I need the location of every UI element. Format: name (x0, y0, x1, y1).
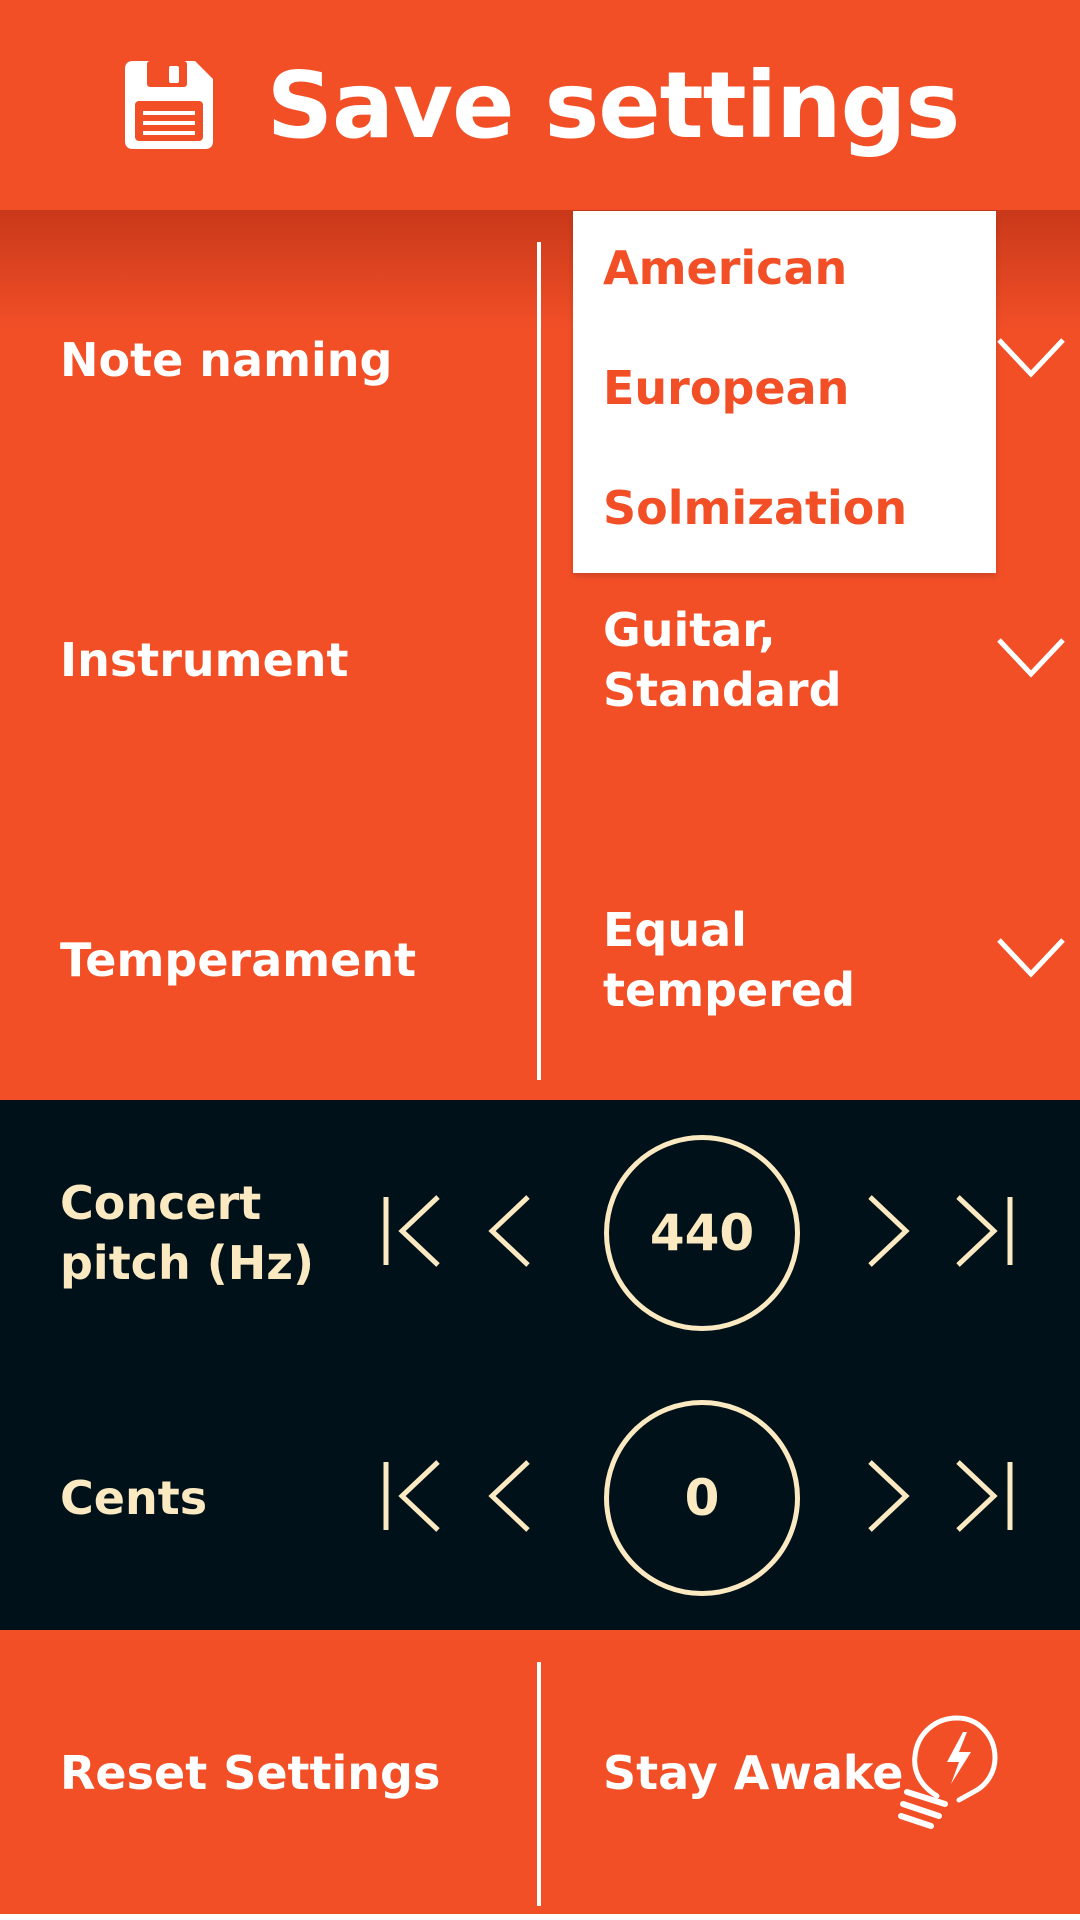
floppy-disk-icon (121, 57, 217, 153)
save-settings-button[interactable]: Save settings (0, 0, 1080, 210)
concert-pitch-label: Concert pitch (Hz) (60, 1173, 314, 1293)
reset-settings-button[interactable]: Reset Settings (60, 1746, 440, 1800)
chevron-right-icon[interactable] (864, 1193, 912, 1273)
chevron-down-icon[interactable] (996, 636, 1066, 684)
dropdown-option-european[interactable]: European (603, 361, 849, 415)
note-naming-label: Note naming (60, 333, 393, 387)
temperament-label: Temperament (60, 933, 417, 987)
temperament-value-line2: tempered (603, 963, 856, 1017)
dropdown-option-solmization[interactable]: Solmization (603, 481, 907, 535)
skip-last-icon[interactable] (952, 1458, 1014, 1538)
bottom-actions: Reset Settings Stay Awake (0, 1630, 1080, 1915)
page-title: Save settings (266, 51, 960, 159)
skip-first-icon[interactable] (382, 1193, 444, 1273)
chevron-right-icon[interactable] (864, 1458, 912, 1538)
note-naming-dropdown: American European Solmization (573, 211, 996, 573)
cents-label: Cents (60, 1471, 208, 1525)
bottom-divider (537, 1662, 541, 1906)
chevron-left-icon[interactable] (486, 1458, 534, 1538)
temperament-value-line1: Equal (603, 903, 747, 957)
stay-awake-button[interactable]: Stay Awake (603, 1746, 903, 1800)
stepper-panel: Concert pitch (Hz) 440 Cents 0 (0, 1100, 1080, 1630)
lightbulb-bolt-icon[interactable] (893, 1710, 1003, 1834)
cents-stepper: Cents 0 (0, 1398, 1080, 1598)
cents-value: 0 (604, 1400, 800, 1596)
skip-first-icon[interactable] (382, 1458, 444, 1538)
chevron-down-icon[interactable] (996, 336, 1066, 384)
chevron-left-icon[interactable] (486, 1193, 534, 1273)
instrument-value-line1: Guitar, (603, 603, 776, 657)
instrument-value-line2: Standard (603, 663, 842, 717)
instrument-label: Instrument (60, 633, 349, 687)
instrument-value: Guitar, Standard (603, 600, 963, 720)
setting-row-temperament[interactable]: Temperament Equal tempered (0, 810, 1080, 1110)
concert-pitch-stepper: Concert pitch (Hz) 440 (0, 1133, 1080, 1333)
dropdown-option-american[interactable]: American (603, 241, 847, 295)
concert-pitch-label-line1: Concert (60, 1176, 262, 1230)
bottom-border (0, 1914, 1080, 1920)
skip-last-icon[interactable] (952, 1193, 1014, 1273)
concert-pitch-value: 440 (604, 1135, 800, 1331)
concert-pitch-label-line2: pitch (Hz) (60, 1236, 315, 1290)
chevron-down-icon[interactable] (996, 936, 1066, 984)
temperament-value: Equal tempered (603, 900, 963, 1020)
